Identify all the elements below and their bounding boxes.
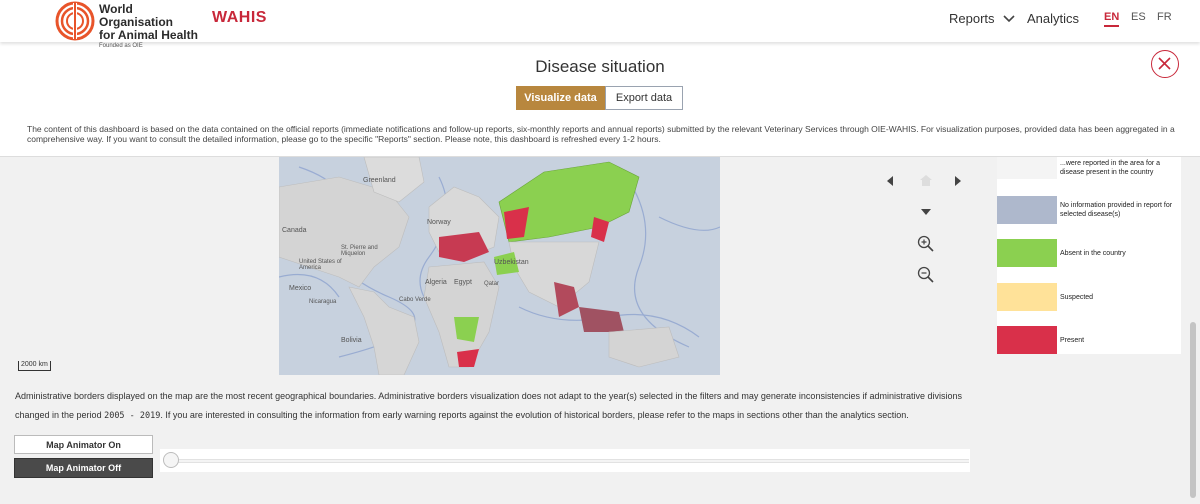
nav-reports[interactable]: Reports [949,11,1015,26]
map-label-egypt: Egypt [454,279,472,286]
chevron-down-icon [1002,14,1015,22]
visualize-data-button[interactable]: Visualize data [516,86,605,110]
legend-swatch-present [997,326,1057,354]
export-data-button[interactable]: Export data [605,86,683,110]
legend-swatch-absent [997,239,1057,267]
admin-note-period: 2005 - 2019 [104,411,161,421]
top-navigation-bar: World Organisation for Animal Health Fou… [0,0,1200,49]
map-label-greenland: Greenland [363,177,396,184]
map-label-norway: Norway [427,219,451,226]
page-title: Disease situation [535,57,665,76]
legend-label-present: Present [1060,337,1085,344]
map-label-st-pierre: St. Pierre and Miquelon [341,245,378,257]
legend-label-reported-area: ...were reported in the area for a disea… [1060,160,1160,176]
world-map[interactable]: Greenland Norway Canada St. Pierre and M… [279,157,720,375]
home-icon[interactable] [918,173,934,187]
scrollbar[interactable] [1190,322,1196,498]
map-label-canada: Canada [282,227,307,234]
dashboard-panel: Greenland Norway Canada St. Pierre and M… [0,156,1200,504]
wahis-brand[interactable]: WAHIS [212,9,267,27]
pan-right-icon[interactable] [953,175,963,187]
map-label-bolivia: Bolivia [341,337,362,344]
organisation-name: World Organisation for Animal Health Fou… [99,2,209,50]
map-animator-on-button[interactable]: Map Animator On [14,435,153,454]
pan-left-icon[interactable] [885,175,895,187]
close-button[interactable] [1151,50,1179,78]
map-label-qatar: Qatar [484,281,500,287]
nav-reports-label: Reports [949,11,995,26]
lang-en[interactable]: EN [1104,11,1120,27]
legend-label-absent: Absent in the country [1060,250,1126,257]
map-label-mexico: Mexico [289,285,312,292]
legend-swatch-reported-area [997,157,1057,179]
zoom-out-icon[interactable] [917,266,935,284]
pan-down-icon[interactable] [920,207,932,217]
administrative-borders-note: Administrative borders displayed on the … [15,387,980,426]
map-label-uzbekistan: Uzbekistan [494,259,529,266]
admin-note-part-2: . If you are interested in consulting th… [160,410,909,420]
legend-swatch-suspected [997,283,1057,311]
map-label-usa: United States of America [299,259,342,271]
time-slider-handle[interactable] [163,452,179,468]
legend-swatch-no-information [997,196,1057,224]
view-toggle: Visualize data Export data [516,86,683,110]
close-icon [1158,57,1171,70]
time-slider-track[interactable] [172,459,969,463]
lang-fr[interactable]: FR [1157,11,1172,23]
map-label-algeria: Algeria [425,279,447,286]
zoom-in-icon[interactable] [917,235,935,253]
map-legend: ...were reported in the area for a disea… [997,157,1181,354]
org-line-2: for Animal Health [99,28,198,42]
legend-label-suspected: Suspected [1060,294,1094,301]
org-founded: Founded as OIE [99,43,143,49]
lang-es[interactable]: ES [1131,11,1146,23]
map-scale: 2000 km [18,361,51,371]
map-label-nicaragua: Nicaragua [309,299,337,305]
legend-label-no-information: No information provided in report for se… [1060,202,1173,218]
oie-logo-icon[interactable] [55,1,95,41]
org-line-1: World Organisation [99,2,174,29]
nav-analytics[interactable]: Analytics [1027,11,1079,26]
map-label-cabo-verde: Cabo Verde [399,297,431,303]
map-animator-off-button[interactable]: Map Animator Off [14,458,153,478]
dashboard-info-text: The content of this dashboard is based o… [27,124,1175,144]
